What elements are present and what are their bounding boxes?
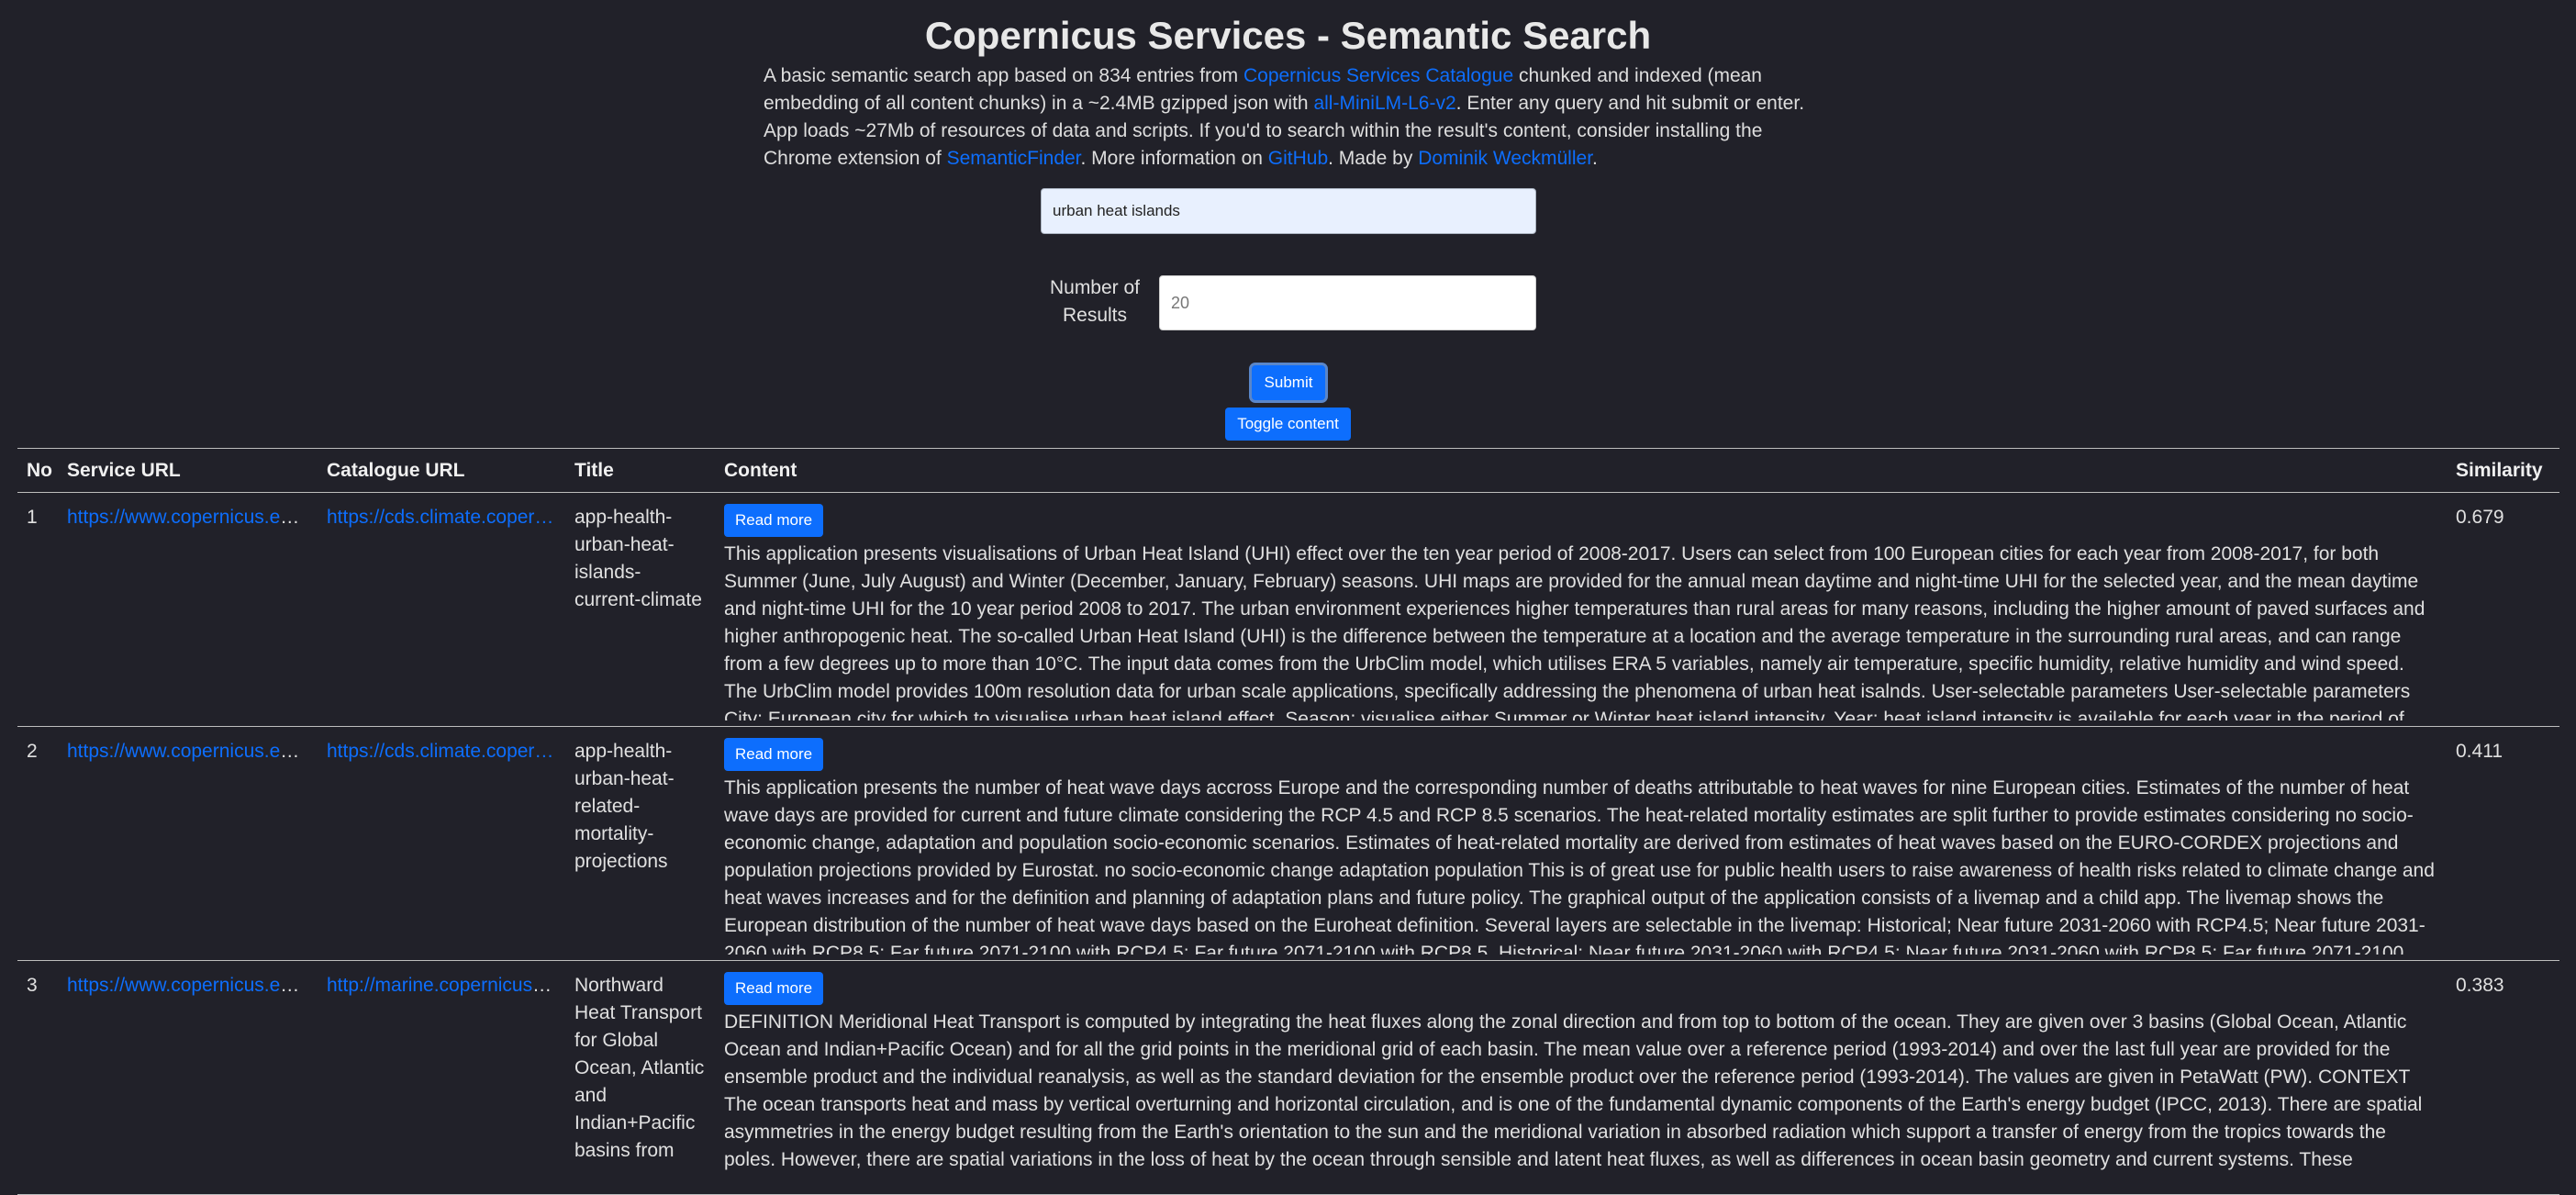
- github-link[interactable]: GitHub: [1268, 148, 1328, 169]
- table-row: 3 https://www.copernicus.eu… http://mari…: [17, 960, 2559, 1195]
- column-header-catalogue-url: Catalogue URL: [318, 448, 565, 493]
- catalogue-url-link[interactable]: http://marine.copernicus.…: [327, 975, 557, 996]
- catalogue-url-link[interactable]: https://cds.climate.coper…: [327, 741, 553, 762]
- row-number: 2: [17, 726, 58, 961]
- column-header-content: Content: [715, 448, 2447, 493]
- search-input[interactable]: urban heat islands: [1041, 188, 1536, 234]
- model-link[interactable]: all-MiniLM-L6-v2: [1313, 93, 1455, 114]
- column-header-similarity: Similarity: [2447, 448, 2559, 493]
- table-header-row: No Service URL Catalogue URL Title Conte…: [17, 448, 2559, 493]
- row-title: app-health-urban-heat-related-mortality-…: [574, 741, 675, 872]
- table-row: 2 https://www.copernicus.eu… https://cds…: [17, 726, 2559, 961]
- page-title: Copernicus Services - Semantic Search: [924, 14, 1652, 57]
- row-content: This application presents the number of …: [724, 777, 2435, 955]
- catalogue-url-link[interactable]: https://cds.climate.coper…: [327, 507, 553, 528]
- column-header-service-url: Service URL: [58, 448, 318, 493]
- number-of-results-label: Number of Results: [1049, 277, 1141, 326]
- submit-button[interactable]: Submit: [1252, 365, 1325, 400]
- app-description: A basic semantic search app based on 834…: [764, 62, 1817, 173]
- number-of-results-input[interactable]: 20: [1159, 275, 1536, 330]
- read-more-button[interactable]: Read more: [724, 738, 824, 771]
- read-more-button[interactable]: Read more: [724, 972, 824, 1005]
- row-number: 1: [17, 492, 58, 727]
- row-content: DEFINITION Meridional Heat Transport is …: [724, 1011, 2423, 1170]
- row-similarity: 0.383: [2447, 960, 2559, 1195]
- table-row: 1 https://www.copernicus.eu… https://cds…: [17, 492, 2559, 727]
- column-header-no: No: [17, 448, 58, 493]
- desc-text-1: A basic semantic search app based on 834…: [764, 65, 1243, 86]
- row-content: This application presents visualisations…: [724, 543, 2425, 720]
- service-url-link[interactable]: https://www.copernicus.eu…: [67, 741, 310, 762]
- read-more-button[interactable]: Read more: [724, 504, 824, 537]
- page-header: Copernicus Services - Semantic Search: [0, 0, 2576, 59]
- desc-text-4: . More information on: [1080, 148, 1268, 169]
- results-table: No Service URL Catalogue URL Title Conte…: [17, 448, 2559, 1195]
- service-url-link[interactable]: https://www.copernicus.eu…: [67, 975, 310, 996]
- service-url-link[interactable]: https://www.copernicus.eu…: [67, 507, 310, 528]
- row-title: app-health-urban-heat-islands-current-cl…: [574, 507, 702, 610]
- author-link[interactable]: Dominik Weckmüller: [1418, 148, 1592, 169]
- column-header-title: Title: [565, 448, 715, 493]
- toggle-content-button[interactable]: Toggle content: [1225, 408, 1351, 441]
- row-number: 3: [17, 960, 58, 1195]
- desc-text-5: . Made by: [1328, 148, 1419, 169]
- semanticfinder-link[interactable]: SemanticFinder: [947, 148, 1081, 169]
- desc-text-6: .: [1592, 148, 1598, 169]
- row-similarity: 0.411: [2447, 726, 2559, 961]
- copernicus-catalogue-link[interactable]: Copernicus Services Catalogue: [1243, 65, 1513, 86]
- row-similarity: 0.679: [2447, 492, 2559, 727]
